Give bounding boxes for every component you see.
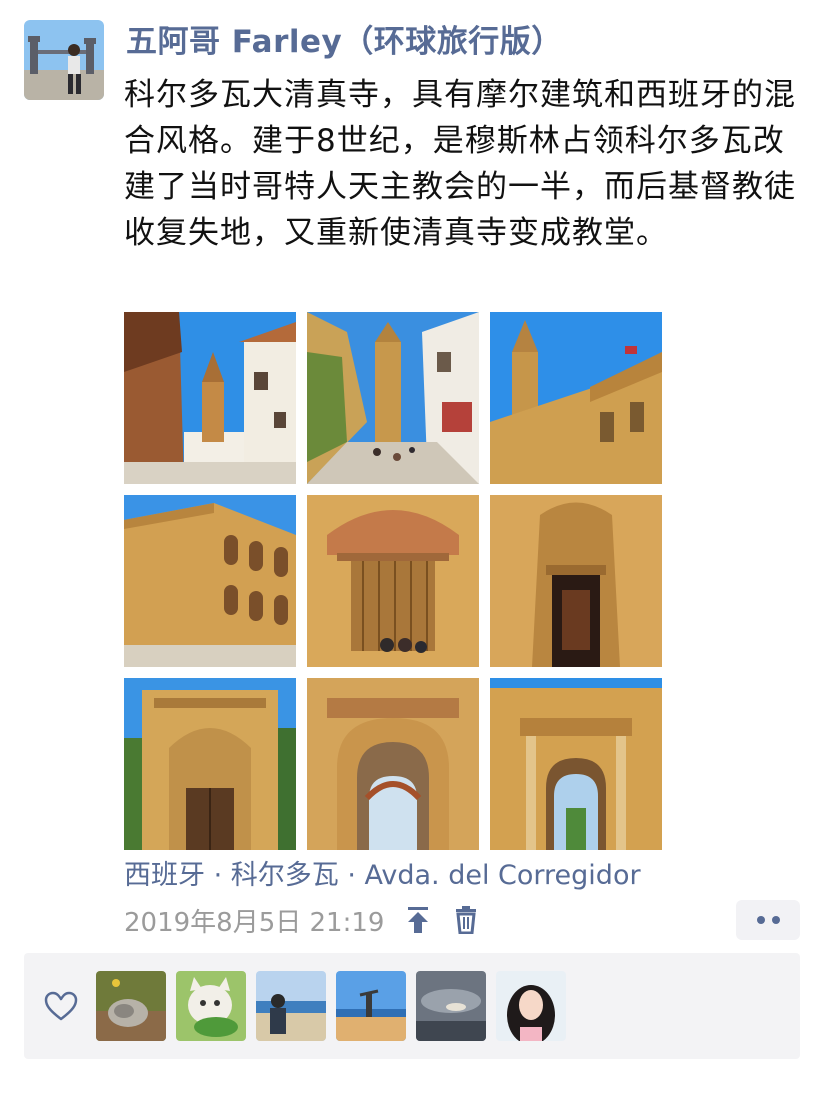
liker-avatar-4[interactable] [336,971,406,1041]
photo-8[interactable] [307,678,479,850]
liker-avatar-2[interactable] [176,971,246,1041]
pin-top-icon[interactable] [404,904,432,936]
post-time: 2019年8月5日 21:19 [124,907,385,938]
photo-9[interactable] [490,678,662,850]
like-heart-icon[interactable] [44,991,78,1021]
post-text: 科尔多瓦大清真寺，具有摩尔建筑和西班牙的混合风格。建于8世纪，是穆斯林占领科尔多… [124,77,796,251]
author-avatar[interactable] [24,20,104,100]
post-meta: 2019年8月5日 21:19 [124,900,480,940]
liker-avatar-3[interactable] [256,971,326,1041]
photo-7[interactable] [124,678,296,850]
photo-5[interactable] [307,495,479,667]
photo-1[interactable] [124,312,296,484]
photo-grid [124,312,662,850]
liker-avatar-6[interactable] [496,971,566,1041]
more-button[interactable] [736,900,800,940]
likes-panel [24,953,800,1059]
location-link[interactable]: 西班牙 · 科尔多瓦 · Avda. del Corregidor [124,855,641,897]
liker-avatar-5[interactable] [416,971,486,1041]
liker-avatar-1[interactable] [96,971,166,1041]
photo-2[interactable] [307,312,479,484]
author-name[interactable]: 五阿哥 Farley（环球旅行版） [126,20,563,64]
photo-6[interactable] [490,495,662,667]
more-icon [756,916,765,924]
photo-3[interactable] [490,312,662,484]
photo-4[interactable] [124,495,296,667]
delete-icon[interactable] [452,904,480,936]
